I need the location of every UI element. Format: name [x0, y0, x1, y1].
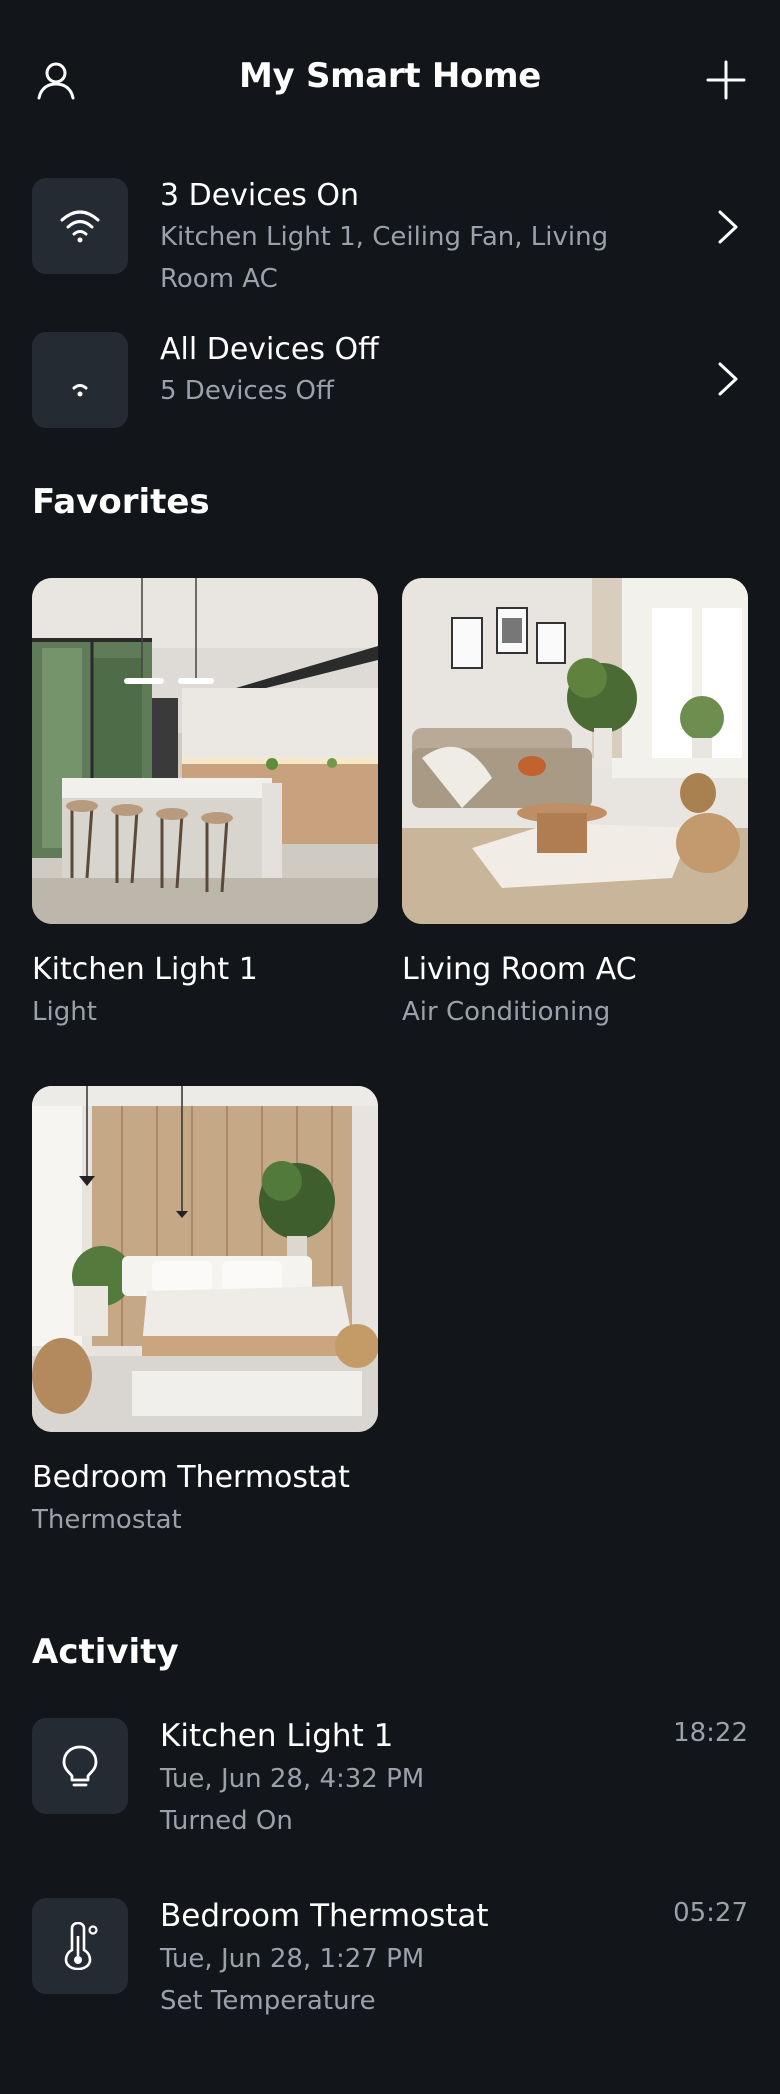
page-title: My Smart Home [239, 56, 541, 96]
activity-title: Activity [32, 1632, 179, 1672]
favorite-name: Kitchen Light 1 [32, 952, 258, 987]
chevron-right-icon [716, 208, 740, 250]
favorite-card-living-room-ac[interactable]: Living Room AC Air Conditioning [402, 578, 748, 1027]
favorite-type: Air Conditioning [402, 997, 611, 1027]
activity-action: Turned On [160, 1806, 293, 1836]
chevron-right-icon [716, 360, 740, 402]
thermometer-icon [64, 1922, 98, 1970]
favorite-type: Thermostat [32, 1505, 182, 1535]
add-device-button[interactable] [698, 52, 754, 108]
activity-item[interactable]: Kitchen Light 1 Tue, Jun 28, 4:32 PM Tur… [32, 1718, 748, 1858]
activity-icon-tile [32, 1718, 128, 1814]
activity-time: 18:22 [673, 1718, 748, 1748]
activity-action: Set Temperature [160, 1986, 376, 2016]
wifi-weak-icon [72, 384, 88, 397]
kitchen-photo [32, 578, 378, 924]
activity-time: 05:27 [673, 1898, 748, 1928]
favorites-title: Favorites [32, 482, 210, 522]
activity-item[interactable]: Bedroom Thermostat Tue, Jun 28, 1:27 PM … [32, 1898, 748, 2038]
devices-on-tile [32, 178, 128, 274]
devices-off-subtitle: 5 Devices Off [160, 376, 334, 406]
devices-on-title: 3 Devices On [160, 178, 360, 213]
devices-off-tile [32, 332, 128, 428]
favorite-card-kitchen-light[interactable]: Kitchen Light 1 Light [32, 578, 378, 1027]
favorite-name: Living Room AC [402, 952, 637, 987]
lightbulb-icon [62, 1745, 98, 1787]
bedroom-photo [32, 1086, 378, 1432]
favorite-type: Light [32, 997, 97, 1027]
devices-on-row[interactable]: 3 Devices On Kitchen Light 1, Ceiling Fa… [32, 178, 748, 298]
activity-device-name: Bedroom Thermostat [160, 1898, 489, 1934]
living-room-photo [402, 578, 748, 924]
devices-off-row[interactable]: All Devices Off 5 Devices Off [32, 332, 748, 428]
devices-on-subtitle: Kitchen Light 1, Ceiling Fan, Living Roo… [160, 222, 609, 294]
devices-off-title: All Devices Off [160, 332, 379, 367]
wifi-strong-icon [60, 210, 100, 243]
activity-device-name: Kitchen Light 1 [160, 1718, 394, 1754]
activity-date: Tue, Jun 28, 4:32 PM [160, 1764, 425, 1794]
plus-icon [706, 60, 746, 100]
favorite-name: Bedroom Thermostat [32, 1460, 350, 1495]
activity-icon-tile [32, 1898, 128, 1994]
favorite-card-bedroom-thermostat[interactable]: Bedroom Thermostat Thermostat [32, 1086, 378, 1535]
activity-date: Tue, Jun 28, 1:27 PM [160, 1944, 425, 1974]
app-header: My Smart Home [0, 0, 780, 160]
